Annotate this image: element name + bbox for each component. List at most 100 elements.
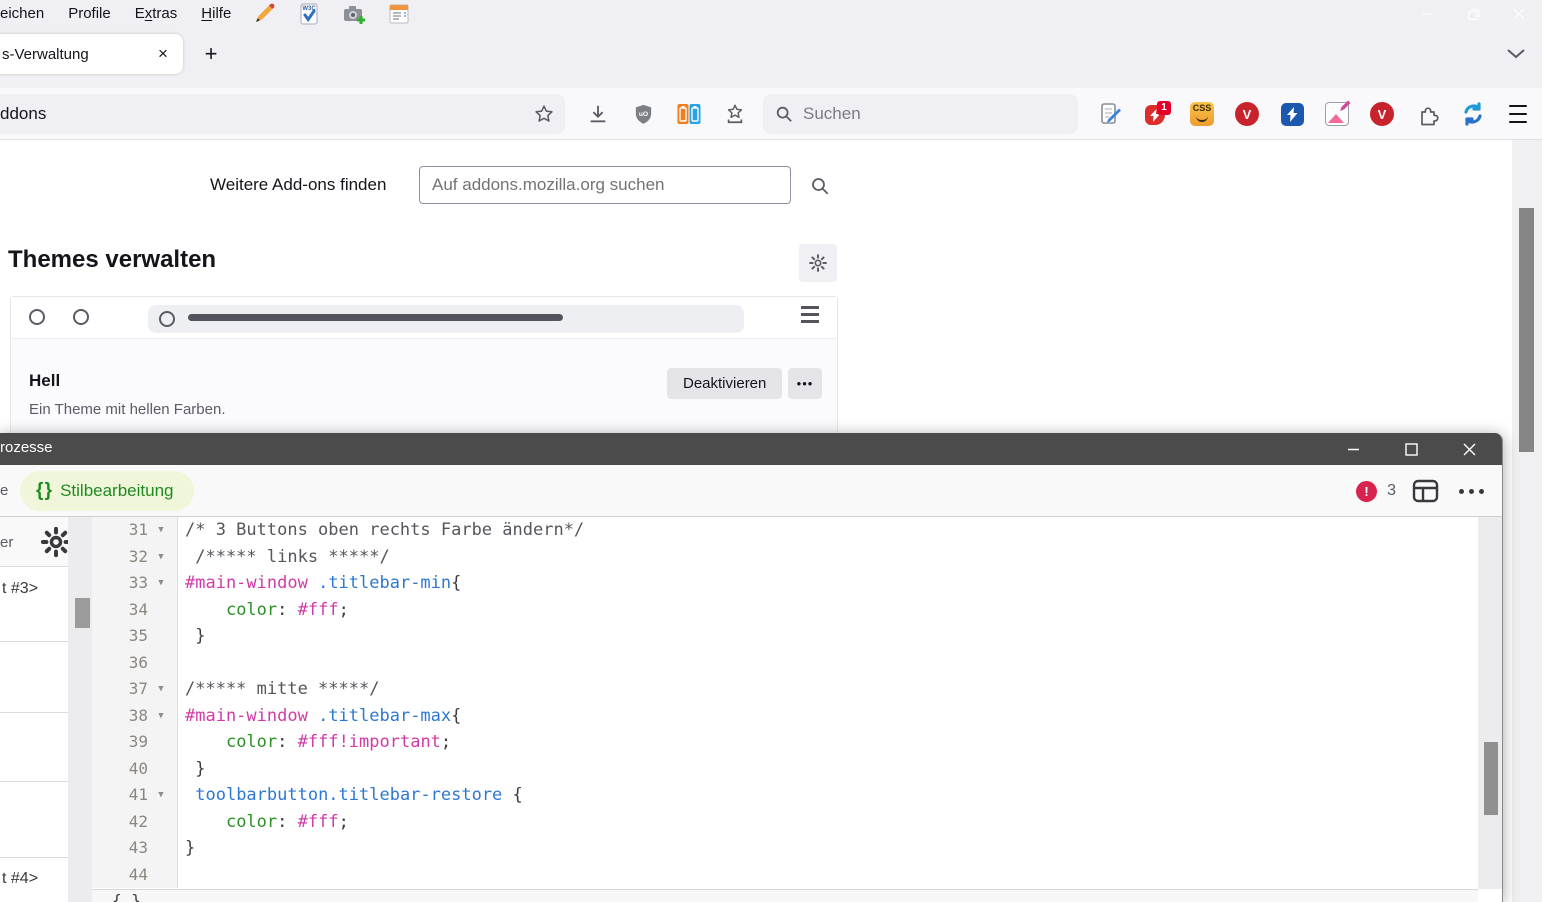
battery-extension-icon[interactable] <box>671 96 707 132</box>
amo-search-button[interactable] <box>806 172 834 200</box>
hidden-tab-fragment[interactable]: e <box>0 482 8 499</box>
extensions-puzzle-icon[interactable] <box>1411 96 1447 132</box>
urlbar[interactable]: ddons <box>0 94 565 134</box>
line-number: 34 <box>92 597 148 624</box>
sync-arrows-icon[interactable] <box>1455 96 1491 132</box>
screenshot-edit-icon[interactable] <box>1319 96 1355 132</box>
fold-marker-icon[interactable]: ▼ <box>148 676 174 703</box>
code-line[interactable]: 31▼/* 3 Buttons oben rechts Farbe ändern… <box>92 517 1478 544</box>
bookmark-star-icon[interactable] <box>533 103 555 125</box>
code-line[interactable]: 38▼#main-window .titlebar-max{ <box>92 703 1478 730</box>
code-text: color: #fff; <box>178 597 349 624</box>
themes-options-gear-icon[interactable] <box>799 244 837 282</box>
menu-item[interactable]: Extras <box>123 0 190 28</box>
code-line[interactable]: 40 } <box>92 756 1478 783</box>
menu-item[interactable]: Profile <box>56 0 123 28</box>
gutter-cell: 37▼ <box>92 676 178 703</box>
fold-marker-icon[interactable]: ▼ <box>148 703 174 730</box>
fold-spacer <box>148 650 174 677</box>
preview-menu-icon <box>801 306 819 327</box>
error-badge-icon[interactable]: ! <box>1356 481 1377 502</box>
gutter-cell: 41▼ <box>92 782 178 809</box>
code-text: color: #fff!important; <box>178 729 451 756</box>
addon-star-icon[interactable] <box>717 96 753 132</box>
fold-marker-icon[interactable]: ▼ <box>148 517 174 544</box>
new-tab-button[interactable]: + <box>198 42 224 68</box>
stylesheet-list-item[interactable] <box>0 642 68 713</box>
amo-search-input[interactable] <box>419 166 791 204</box>
footer-braces-label: { } <box>112 891 141 902</box>
editor-scrollbar-thumb[interactable] <box>1484 742 1498 815</box>
code-text: #main-window .titlebar-min{ <box>178 570 461 597</box>
code-text <box>178 650 185 677</box>
fold-marker-icon[interactable]: ▼ <box>148 544 174 571</box>
close-button[interactable] <box>1496 0 1542 28</box>
stylesheet-list-item[interactable] <box>0 713 68 782</box>
menu-item[interactable]: eichen <box>0 0 56 28</box>
gutter-cell: 36 <box>92 650 178 677</box>
editor-scrollbar[interactable] <box>1478 517 1503 889</box>
ublock-shield-icon[interactable]: uO <box>625 96 661 132</box>
layout-panel-icon[interactable] <box>1412 479 1439 503</box>
fold-marker-icon[interactable]: ▼ <box>148 570 174 597</box>
page-scrollbar[interactable] <box>1512 140 1542 902</box>
sidebar-header: er <box>0 517 68 567</box>
code-line[interactable]: 33▼#main-window .titlebar-min{ <box>92 570 1478 597</box>
lightning-extension-icon[interactable] <box>1274 96 1310 132</box>
theme-more-options-button[interactable]: ••• <box>788 368 822 399</box>
w3c-validator-icon[interactable]: W3C <box>297 2 321 26</box>
adguard-badge-icon[interactable]: 1 <box>1140 96 1176 132</box>
code-line[interactable]: 42 color: #fff; <box>92 809 1478 836</box>
stylesheet-list-item[interactable]: t #3> <box>0 568 68 642</box>
tab-addons-manager[interactable]: s-Verwaltung × <box>0 34 183 74</box>
code-line[interactable]: 44 <box>92 862 1478 889</box>
stylesheet-sidebar: er t #3> t #4> <box>0 517 68 902</box>
minimize-button[interactable] <box>1404 0 1450 28</box>
stylesheet-list-item[interactable]: t #4> <box>0 858 68 902</box>
code-line[interactable]: 39 color: #fff!important; <box>92 729 1478 756</box>
page-title: Themes verwalten <box>8 246 216 274</box>
pencil-icon[interactable] <box>252 2 276 26</box>
gutter-cell: 31▼ <box>92 517 178 544</box>
gutter-cell: 38▼ <box>92 703 178 730</box>
tab-close-icon[interactable]: × <box>151 42 175 66</box>
code-line[interactable]: 36 <box>92 650 1478 677</box>
fold-marker-icon[interactable]: ▼ <box>148 782 174 809</box>
style-editor-window: rozesse e { } Stilbearbeitung ! 3 <box>0 433 1503 902</box>
preview-url-line <box>188 314 563 321</box>
line-number: 37 <box>92 676 148 703</box>
app-menu-icon[interactable] <box>1500 96 1536 132</box>
search-icon <box>775 105 793 123</box>
sidebar-scrollbar-thumb[interactable] <box>75 598 90 628</box>
code-line[interactable]: 34 color: #fff; <box>92 597 1478 624</box>
v-extension-icon-2[interactable]: V <box>1364 96 1400 132</box>
calendar-icon[interactable] <box>387 2 411 26</box>
code-line[interactable]: 35 } <box>92 623 1478 650</box>
editor-minimize-button[interactable] <box>1324 433 1382 465</box>
sidebar-scrollbar[interactable] <box>68 517 92 902</box>
menu-item[interactable]: Hilfe <box>189 0 243 28</box>
search-bar[interactable]: Suchen <box>763 94 1078 134</box>
svg-text:uO: uO <box>638 110 647 117</box>
camera-add-icon[interactable] <box>342 2 366 26</box>
notes-pencil-icon[interactable] <box>1093 96 1129 132</box>
downloads-icon[interactable] <box>580 96 616 132</box>
tab-list-chevron-icon[interactable] <box>1506 48 1526 60</box>
code-editor[interactable]: 31▼/* 3 Buttons oben rechts Farbe ändern… <box>92 517 1478 889</box>
stylesheet-list-item[interactable] <box>0 782 68 858</box>
code-line[interactable]: 41▼ toolbarbutton.titlebar-restore { <box>92 782 1478 809</box>
disable-theme-button[interactable]: Deaktivieren <box>667 368 782 399</box>
search-placeholder: Suchen <box>803 104 861 124</box>
editor-maximize-button[interactable] <box>1382 433 1440 465</box>
line-number: 38 <box>92 703 148 730</box>
code-line[interactable]: 32▼ /***** links *****/ <box>92 544 1478 571</box>
css-extension-icon[interactable]: CSS <box>1184 96 1220 132</box>
code-line[interactable]: 37▼/***** mitte *****/ <box>92 676 1478 703</box>
tab-style-editor[interactable]: { } Stilbearbeitung <box>20 471 194 511</box>
editor-close-button[interactable] <box>1440 433 1498 465</box>
restore-button[interactable] <box>1450 0 1496 28</box>
code-line[interactable]: 43} <box>92 835 1478 862</box>
page-scrollbar-thumb[interactable] <box>1519 208 1534 452</box>
v-extension-icon[interactable]: V <box>1229 96 1265 132</box>
devtools-menu-icon[interactable] <box>1449 489 1494 494</box>
